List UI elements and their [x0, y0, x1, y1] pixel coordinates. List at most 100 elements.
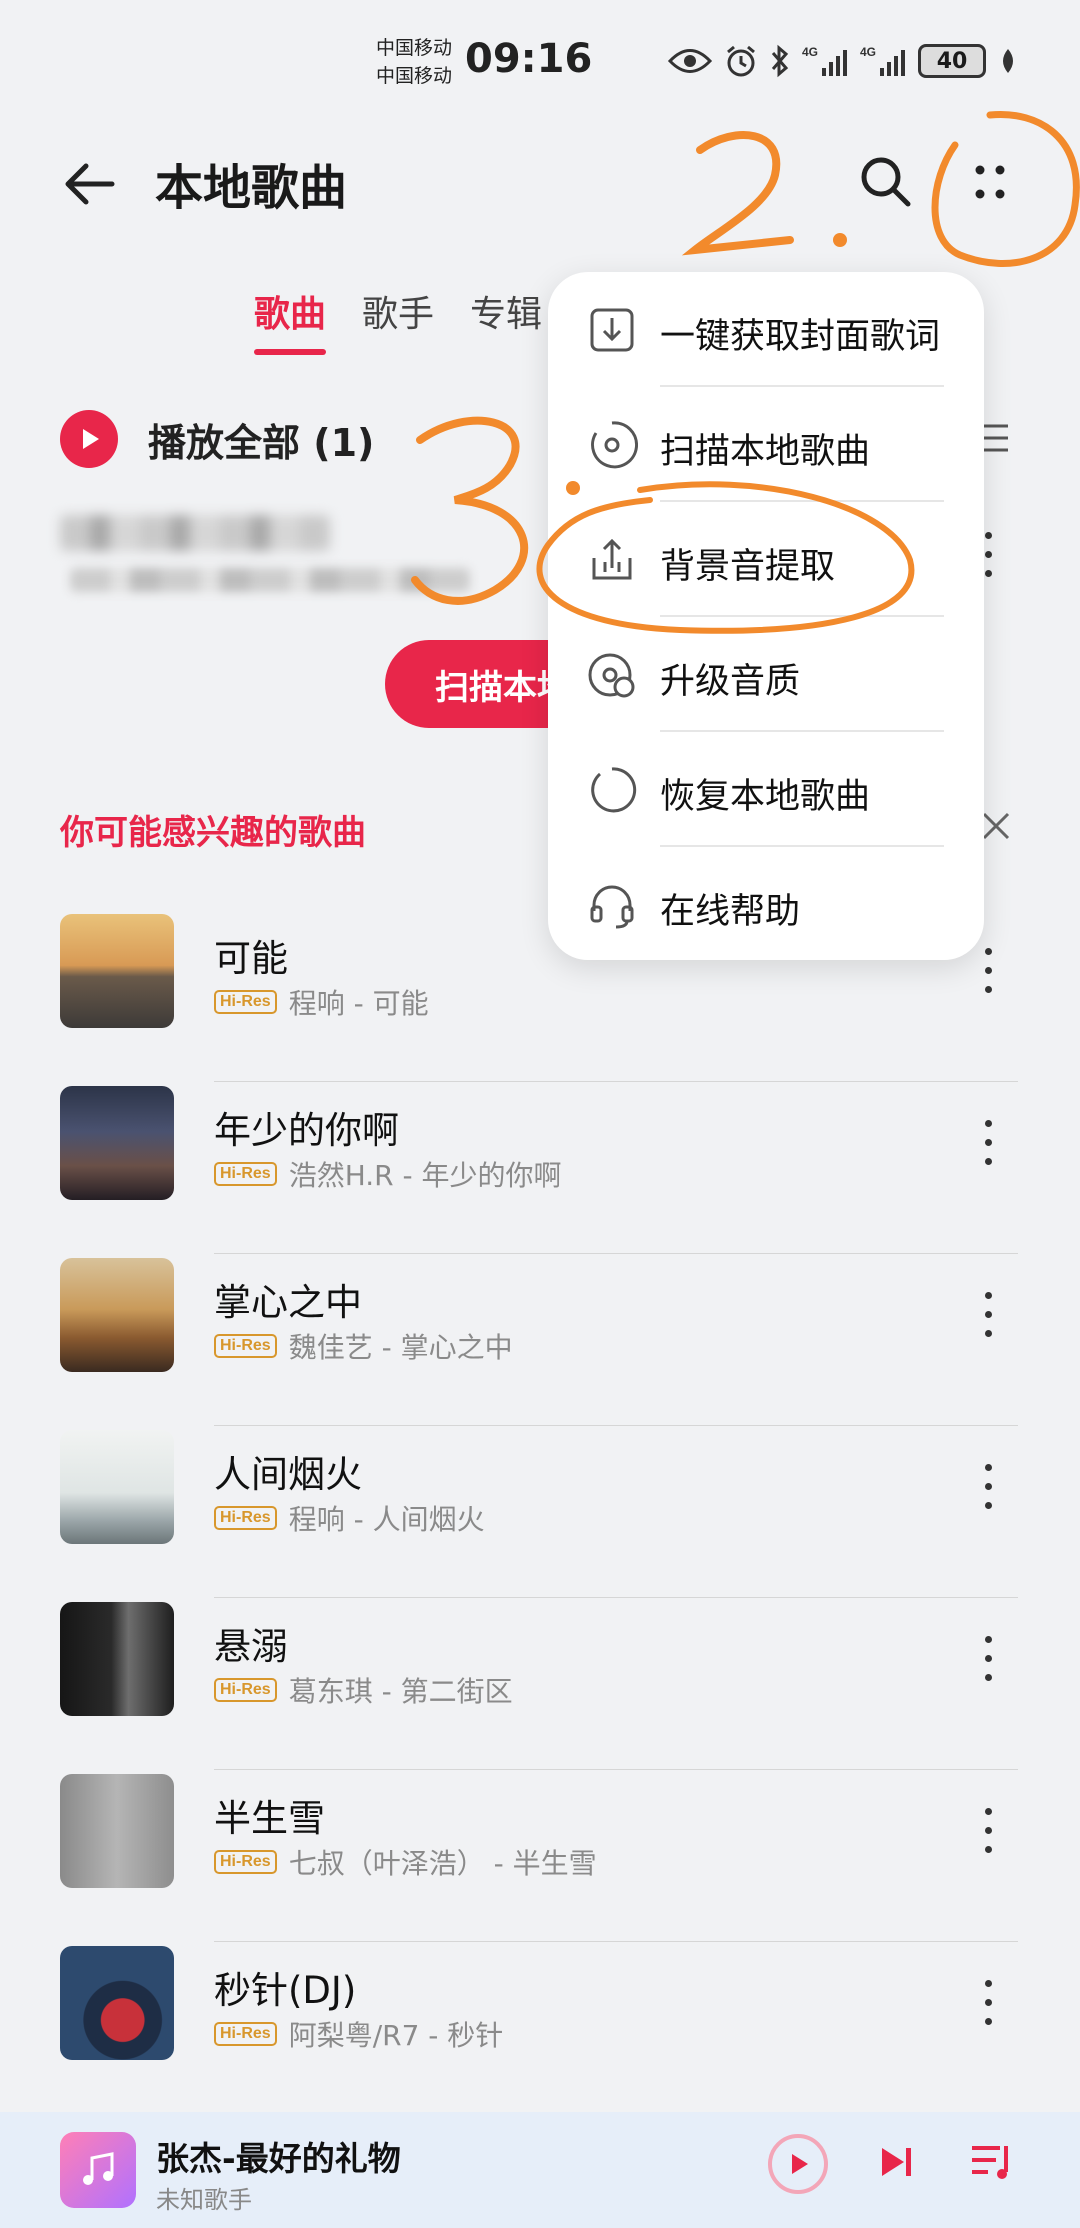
- menu-item-online-help[interactable]: 在线帮助: [548, 847, 984, 962]
- more-vertical-icon[interactable]: [985, 1120, 992, 1165]
- list-item[interactable]: 掌心之中 Hi-Res 魏佳艺 - 掌心之中: [0, 1254, 1080, 1426]
- list-icon[interactable]: [982, 420, 1010, 456]
- playlist-icon[interactable]: [970, 2142, 1014, 2182]
- more-vertical-icon[interactable]: [985, 1636, 992, 1681]
- song-meta: Hi-Res 程响 - 人间烟火: [214, 1498, 485, 1538]
- status-icons: 4G 4G 40: [668, 44, 1018, 78]
- upload-icon: [592, 538, 632, 580]
- song-title: 年少的你啊: [214, 1109, 399, 1152]
- disc-upgrade-icon: [588, 653, 635, 698]
- song-subtitle: 魏佳艺 - 掌心之中: [288, 1331, 513, 1364]
- more-vertical-icon[interactable]: [985, 1292, 992, 1337]
- hires-badge: Hi-Res: [214, 1506, 277, 1530]
- song-meta: Hi-Res 魏佳艺 - 掌心之中: [214, 1326, 513, 1366]
- song-meta: Hi-Res 葛东琪 - 第二街区: [214, 1670, 513, 1710]
- menu-label: 一键获取封面歌词: [660, 317, 941, 357]
- menu-label: 扫描本地歌曲: [660, 432, 871, 472]
- menu-label: 在线帮助: [660, 892, 801, 932]
- list-item[interactable]: 人间烟火 Hi-Res 程响 - 人间烟火: [0, 1426, 1080, 1598]
- menu-item-upgrade-quality[interactable]: 升级音质: [548, 617, 984, 732]
- player-title: 张杰-最好的礼物: [156, 2139, 401, 2178]
- more-vertical-icon[interactable]: [985, 1808, 992, 1853]
- signal-4g-icon: 4G: [802, 45, 847, 76]
- menu-item-get-cover-lyrics[interactable]: 一键获取封面歌词: [548, 272, 984, 387]
- more-vertical-icon[interactable]: [985, 948, 992, 993]
- album-cover: [60, 1086, 174, 1200]
- page-title: 本地歌曲: [155, 160, 348, 216]
- restore-icon: [591, 767, 637, 813]
- tab-songs[interactable]: 歌曲: [254, 285, 327, 355]
- song-title: 人间烟火: [214, 1453, 362, 1496]
- battery-indicator: 40: [918, 44, 986, 78]
- menu-label: 恢复本地歌曲: [660, 777, 871, 817]
- more-dots-icon[interactable]: [960, 152, 1020, 212]
- close-icon[interactable]: [980, 810, 1012, 842]
- tab-albums[interactable]: 专辑: [470, 285, 542, 355]
- tab-artists[interactable]: 歌手: [362, 285, 434, 355]
- local-song-more-icon[interactable]: [985, 532, 992, 577]
- song-meta: Hi-Res 程响 - 可能: [214, 982, 429, 1022]
- eye-icon: [668, 49, 712, 73]
- song-subtitle: 程响 - 可能: [288, 987, 429, 1020]
- album-cover: [60, 1430, 174, 1544]
- album-cover: [60, 914, 174, 1028]
- menu-item-scan-local[interactable]: 扫描本地歌曲: [548, 387, 984, 502]
- alarm-icon: [727, 45, 755, 77]
- more-vertical-icon[interactable]: [985, 1464, 992, 1509]
- hires-badge: Hi-Res: [214, 1334, 277, 1358]
- status-bar: 中国移动 中国移动 09:16 4G 4G 40: [0, 0, 1080, 130]
- song-subtitle: 葛东琪 - 第二街区: [288, 1675, 513, 1708]
- list-item[interactable]: 年少的你啊 Hi-Res 浩然H.R - 年少的你啊: [0, 1082, 1080, 1254]
- album-cover: [60, 1258, 174, 1372]
- list-item[interactable]: 秒针(DJ) Hi-Res 阿梨粤/R7 - 秒针: [0, 1942, 1080, 2114]
- song-subtitle: 七叔（叶泽浩） - 半生雪: [288, 1847, 597, 1880]
- song-title: 半生雪: [214, 1797, 325, 1840]
- play-icon: [792, 2154, 808, 2174]
- album-cover: [60, 1946, 174, 2060]
- song-meta: Hi-Res 浩然H.R - 年少的你啊: [214, 1154, 562, 1194]
- menu-item-extract-bg[interactable]: 背景音提取: [548, 502, 984, 617]
- app-header: 本地歌曲: [0, 130, 1080, 240]
- recommend-title: 你可能感兴趣的歌曲: [60, 813, 366, 853]
- play-all-label: 播放全部 (1): [148, 420, 375, 465]
- song-meta: Hi-Res 七叔（叶泽浩） - 半生雪: [214, 1842, 597, 1882]
- menu-item-restore-local[interactable]: 恢复本地歌曲: [548, 732, 984, 847]
- mini-player[interactable]: 张杰-最好的礼物 未知歌手: [0, 2112, 1080, 2228]
- carrier-labels: 中国移动 中国移动: [376, 34, 452, 90]
- list-item[interactable]: 半生雪 Hi-Res 七叔（叶泽浩） - 半生雪: [0, 1770, 1080, 1942]
- album-cover: [60, 1602, 174, 1716]
- leaf-icon: [1003, 49, 1013, 73]
- list-item[interactable]: 悬溺 Hi-Res 葛东琪 - 第二街区: [0, 1598, 1080, 1770]
- arrow-left-icon[interactable]: [58, 152, 122, 216]
- svg-text:4G: 4G: [860, 45, 876, 59]
- play-button[interactable]: [768, 2134, 828, 2194]
- hires-badge: Hi-Res: [214, 990, 277, 1014]
- play-all-button[interactable]: 播放全部 (1): [60, 410, 374, 468]
- song-title: 掌心之中: [214, 1281, 362, 1324]
- song-subtitle: 阿梨粤/R7 - 秒针: [288, 2019, 504, 2052]
- scan-disc-icon: [591, 421, 638, 469]
- music-note-icon: [60, 2132, 136, 2208]
- search-icon[interactable]: [856, 152, 916, 212]
- signal-4g-icon: 4G: [860, 45, 905, 76]
- local-song-title-blurred[interactable]: [60, 515, 330, 551]
- song-subtitle: 浩然H.R - 年少的你啊: [288, 1159, 562, 1192]
- svg-text:4G: 4G: [802, 45, 818, 59]
- menu-label: 升级音质: [660, 662, 801, 702]
- bluetooth-icon: [771, 44, 789, 78]
- carrier-2: 中国移动: [376, 65, 453, 87]
- menu-label: 背景音提取: [660, 547, 836, 587]
- song-title: 秒针(DJ): [214, 1969, 357, 2012]
- song-title: 可能: [214, 937, 288, 980]
- hires-badge: Hi-Res: [214, 1850, 277, 1874]
- headset-icon: [590, 885, 634, 929]
- song-meta: Hi-Res 阿梨粤/R7 - 秒针: [214, 2014, 503, 2054]
- play-circle-icon: [60, 410, 118, 468]
- local-song-path-blurred: [70, 568, 470, 592]
- more-vertical-icon[interactable]: [985, 1980, 992, 2025]
- hires-badge: Hi-Res: [214, 1678, 277, 1702]
- tab-bar: 歌曲 歌手 专辑: [254, 285, 542, 355]
- album-cover: [60, 1774, 174, 1888]
- player-artist: 未知歌手: [156, 2186, 252, 2214]
- skip-next-icon[interactable]: [876, 2142, 916, 2182]
